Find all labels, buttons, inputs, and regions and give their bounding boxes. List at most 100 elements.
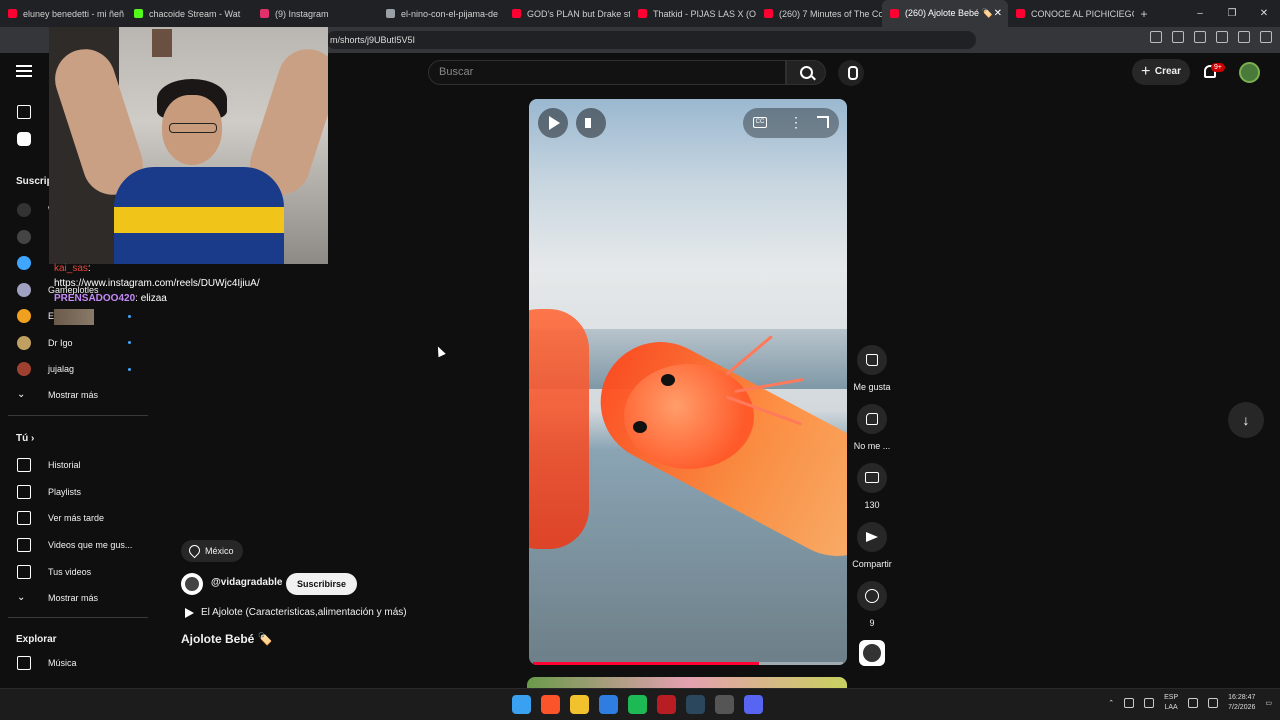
play-button[interactable] — [538, 108, 568, 138]
tab-favicon-icon — [638, 9, 647, 18]
extension-icon[interactable] — [1172, 31, 1184, 43]
maximize-button[interactable]: ❐ — [1216, 0, 1248, 27]
video-title: Ajolote Bebé 🏷️ — [181, 632, 273, 646]
chevron-down-icon: ⌄ — [17, 592, 26, 603]
brave-icon[interactable] — [541, 695, 560, 714]
sidebar-item-playlists[interactable]: Playlists — [0, 481, 153, 503]
fullscreen-icon[interactable] — [817, 116, 829, 128]
volume-tray-icon[interactable] — [1208, 698, 1219, 708]
sidebar-subscription-item[interactable]: Dr Igo — [0, 332, 153, 354]
hamburger-menu-icon[interactable] — [16, 65, 32, 77]
volume-icon — [585, 118, 591, 128]
bing-icon[interactable] — [599, 695, 618, 714]
thumbs-up-icon — [866, 354, 878, 366]
sidebar-subscription-item[interactable]: jujalag — [0, 358, 153, 380]
browser-tab[interactable]: eluney benedetti - mi ñeñ — [0, 0, 126, 27]
share-action[interactable]: Compartir — [848, 522, 896, 569]
spotify-icon[interactable] — [628, 695, 647, 714]
clock[interactable]: 16:28:47 7/2/2026 — [1228, 693, 1255, 713]
extension-icon[interactable] — [1194, 31, 1206, 43]
browser-tab[interactable]: (260) 7 Minutes of The Co — [756, 0, 882, 27]
playlist-link[interactable]: El Ajolote (Caracteristicas,alimentación… — [181, 607, 407, 618]
subscribe-button[interactable]: Suscribirse — [286, 573, 358, 595]
more-options-icon[interactable]: ⋮ — [789, 114, 803, 130]
menu-icon[interactable] — [1260, 31, 1272, 43]
browser-tab[interactable]: Thatkid - PIJAS LAS X (Offi — [630, 0, 756, 27]
netflix-icon[interactable] — [657, 695, 676, 714]
browser-tab[interactable]: (260) Ajolote Bebé 🏷️ ✕ — [882, 0, 1008, 27]
volume-button[interactable] — [576, 108, 606, 138]
language-code: ESP — [1164, 694, 1179, 701]
user-avatar[interactable] — [1239, 62, 1260, 83]
tab-label: (9) Instagram — [275, 8, 329, 19]
sidebar-item-music[interactable]: Música — [0, 652, 153, 674]
sidebar-item-history[interactable]: Historial — [0, 454, 153, 476]
sidebar-item-label: Historial — [48, 460, 81, 470]
remix-action[interactable]: 9 — [848, 581, 896, 628]
create-button[interactable]: Crear — [1132, 59, 1190, 85]
video-frame-axolotl — [529, 309, 589, 549]
new-content-dot — [128, 314, 131, 318]
explore-heading: Explorar — [16, 634, 57, 645]
tray-chevron-icon[interactable]: ⌃ — [1108, 699, 1114, 707]
sidebar-icon[interactable] — [1216, 31, 1228, 43]
browser-tab[interactable]: CONOCE AL PICHICIEGO — [1008, 0, 1134, 27]
location-chip[interactable]: México — [181, 540, 243, 562]
settings-icon[interactable] — [715, 695, 734, 714]
tab-label: Thatkid - PIJAS LAS X (Offi — [653, 8, 756, 19]
channel-avatar[interactable] — [181, 573, 203, 595]
channel-avatar — [17, 203, 31, 217]
video-frame-axolotl — [633, 421, 647, 433]
language-indicator[interactable]: ESP LAA — [1164, 693, 1178, 713]
show-more-you[interactable]: ⌄ Mostrar más — [0, 587, 153, 609]
browser-tab[interactable]: chacoide Stream - Wat — [126, 0, 252, 27]
extension-icons — [1150, 31, 1272, 43]
close-tab-icon[interactable]: ✕ — [994, 8, 1002, 19]
wallet-icon[interactable] — [1238, 31, 1250, 43]
tray-app-icon[interactable] — [1124, 698, 1135, 708]
like-action[interactable]: Me gusta — [848, 345, 896, 392]
sidebar-item-liked[interactable]: Videos que me gus... — [0, 534, 153, 556]
sidebar-item-watch-later[interactable]: Ver más tarde — [0, 507, 153, 529]
show-more-subscriptions[interactable]: ⌄ Mostrar más — [0, 384, 153, 406]
subscriptions-heading[interactable]: Suscrip — [16, 176, 53, 187]
channel-name[interactable]: @vidagradable — [211, 577, 282, 588]
comments-action[interactable]: 130 — [848, 463, 896, 510]
next-short-button[interactable]: ↓ — [1228, 402, 1264, 438]
browser-tab-bar: eluney benedetti - mi ñeñ chacoide Stream… — [0, 0, 1280, 27]
subscription-label: jujalag — [48, 364, 75, 374]
url-field[interactable]: m/shorts/j9UButI5V5I — [326, 31, 976, 49]
tab-favicon-icon — [8, 9, 17, 18]
video-progress-bar[interactable] — [533, 662, 843, 665]
sound-thumbnail[interactable] — [859, 640, 885, 666]
minimize-button[interactable]: – — [1184, 0, 1216, 27]
voice-search-icon[interactable] — [838, 60, 864, 86]
search-input[interactable]: Buscar — [428, 60, 786, 85]
browser-tab[interactable]: el-nino-con-el-pijama-de — [378, 0, 504, 27]
shorts-video-player[interactable]: CC ⋮ — [529, 99, 847, 665]
close-window-button[interactable]: ✕ — [1248, 0, 1280, 27]
microphone-icon[interactable] — [1144, 698, 1155, 708]
remix-icon — [865, 589, 879, 603]
windows-icon[interactable] — [512, 695, 531, 714]
browser-tab[interactable]: GOD's PLAN but Drake st — [504, 0, 630, 27]
dislike-action[interactable]: No me ... — [848, 404, 896, 451]
you-heading[interactable]: Tú › — [16, 433, 34, 444]
notifications-tray-icon[interactable]: ▭ — [1265, 699, 1272, 707]
history-icon — [17, 458, 31, 472]
sidebar-item-your-videos[interactable]: Tus videos — [0, 561, 153, 583]
notifications-badge: 9+ — [1211, 63, 1225, 72]
captions-icon[interactable]: CC — [753, 117, 767, 128]
webcam-scene — [152, 29, 172, 57]
extension-icon[interactable] — [1150, 31, 1162, 43]
files-icon[interactable] — [570, 695, 589, 714]
search-button[interactable] — [786, 60, 826, 85]
browser-tab[interactable]: (9) Instagram — [252, 0, 378, 27]
tab-favicon-icon — [512, 9, 521, 18]
new-tab-button[interactable]: + — [1134, 7, 1154, 21]
network-icon[interactable] — [1188, 698, 1199, 708]
steam-icon[interactable] — [686, 695, 705, 714]
discord-icon[interactable] — [744, 695, 763, 714]
sidebar-item-label: Ver más tarde — [48, 513, 105, 524]
next-short-preview[interactable] — [527, 677, 847, 688]
